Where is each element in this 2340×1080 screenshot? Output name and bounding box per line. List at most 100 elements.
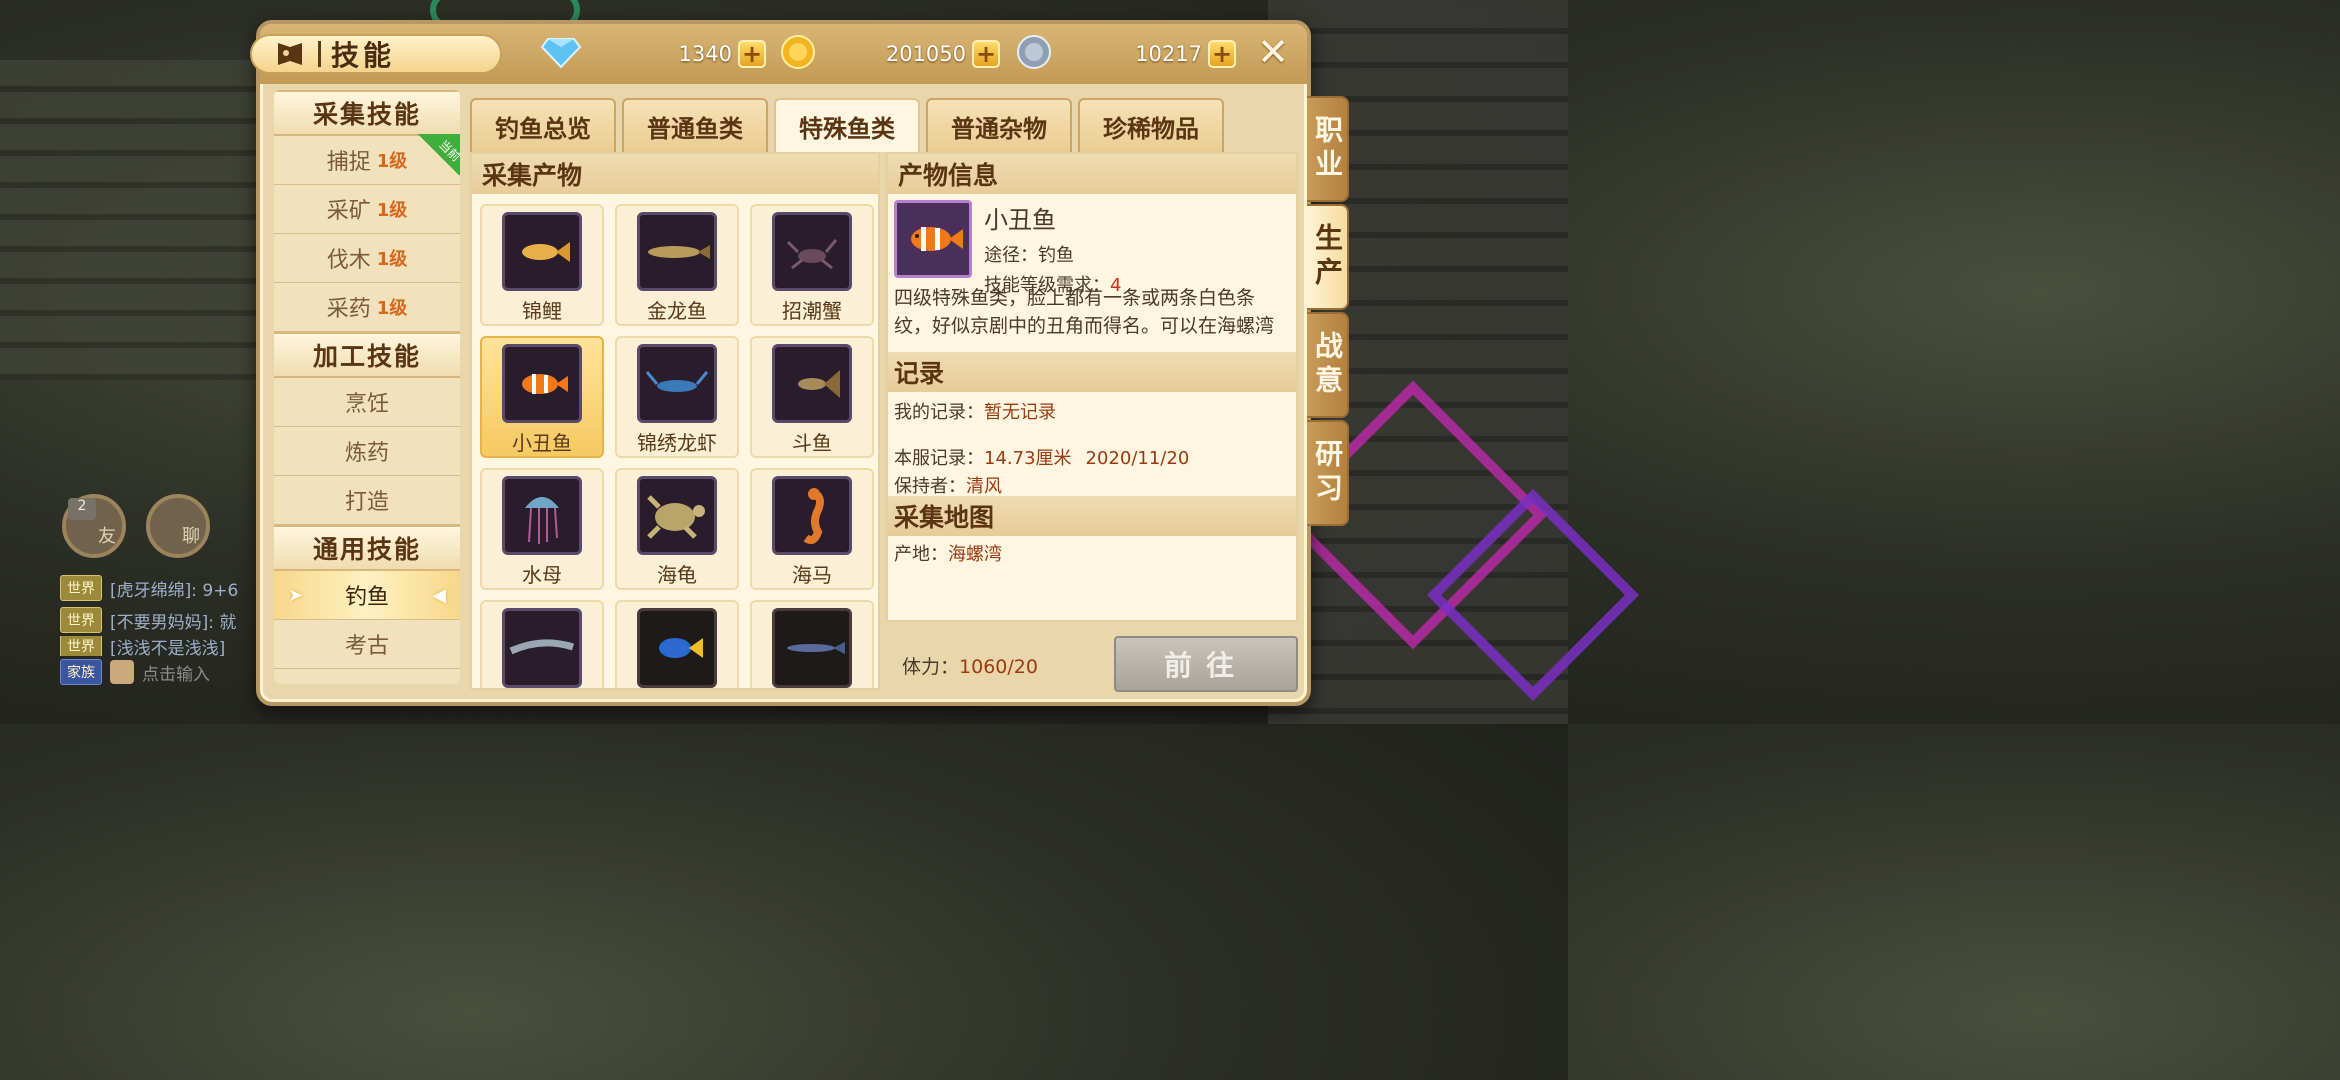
product-item[interactable]: 小丑鱼: [480, 336, 604, 458]
product-item[interactable]: 海马: [750, 468, 874, 590]
server-record-date: 2020/11/20: [1085, 448, 1190, 469]
product-name: 小丑鱼: [512, 431, 572, 455]
product-item[interactable]: 水母: [480, 468, 604, 590]
product-name: 海龟: [657, 563, 697, 587]
products-panel: 采集产物 锦鲤 金龙鱼 招潮蟹 小丑鱼 锦绣龙虾 斗鱼 水母 海龟 海马: [470, 152, 880, 690]
product-name: 金龙鱼: [647, 299, 707, 323]
gold-amount: 201050: [885, 42, 966, 66]
skill-name: 采矿: [326, 199, 371, 224]
side-tab-profession[interactable]: 职业: [1307, 96, 1349, 202]
friends-count-badge: 2: [68, 498, 96, 520]
origin-row: 产地：海螺湾: [894, 540, 1002, 566]
gold-coin-icon: [780, 34, 816, 74]
chat-channel-tag: 世界: [60, 636, 102, 656]
skill-book-icon: [274, 39, 308, 69]
close-button[interactable]: ✕: [1253, 30, 1293, 74]
title-separator: [318, 41, 321, 67]
background-stairs-left: [0, 60, 260, 380]
family-channel-tag[interactable]: 家族: [60, 659, 102, 685]
product-name: 海马: [792, 563, 832, 587]
record-heading: 记录: [888, 352, 1296, 392]
microphone-icon[interactable]: [110, 660, 134, 684]
chat-panel: 世界 [虎牙绵绵]: 9+6 世界 [不要男妈妈]: 就 世界 [浅浅不是浅浅] 家族…: [60, 572, 260, 688]
seahorse-icon: [772, 476, 852, 555]
product-name: 斗鱼: [792, 431, 832, 455]
chat-message: [不要男妈妈]: 就: [110, 612, 237, 633]
product-item[interactable]: [615, 600, 739, 688]
crab-icon: [772, 212, 852, 291]
chat-label: 聊: [182, 526, 200, 547]
needlefish-icon: [772, 608, 852, 688]
side-tab-battle-spirit[interactable]: 战意: [1307, 312, 1349, 418]
product-title: 小丑鱼: [984, 206, 1056, 234]
page-title: 技能: [331, 39, 396, 72]
go-button[interactable]: 前往: [1114, 636, 1298, 692]
holder-row: 保持者：清风: [894, 472, 1002, 498]
side-tab-study[interactable]: 研习: [1307, 420, 1349, 526]
diamond-amount: 1340: [678, 42, 732, 66]
skill-level: 1级: [376, 200, 408, 221]
skill-item-forging[interactable]: 打造: [274, 476, 460, 525]
add-gold-button[interactable]: +: [972, 40, 1000, 68]
gather-skills-heading: 采集技能: [274, 90, 460, 136]
product-grid: 锦鲤 金龙鱼 招潮蟹 小丑鱼 锦绣龙虾 斗鱼 水母 海龟 海马: [480, 204, 874, 688]
clownfish-icon: [894, 200, 972, 278]
stamina-value: 1060/20: [959, 656, 1038, 678]
skill-name: 采药: [326, 297, 371, 322]
add-silver-button[interactable]: +: [1208, 40, 1236, 68]
jellyfish-icon: [502, 476, 582, 555]
skill-name: 捕捉: [326, 150, 371, 175]
clownfish-icon: [502, 344, 582, 423]
tab-special-fish[interactable]: 特殊鱼类: [774, 98, 920, 152]
skill-item-cooking[interactable]: 烹饪: [274, 378, 460, 427]
arrow-right-icon: ➤: [288, 585, 304, 606]
skill-item-archaeology[interactable]: 考古: [274, 620, 460, 669]
category-tabs: 钓鱼总览 普通鱼类 特殊鱼类 普通杂物 珍稀物品: [470, 98, 1224, 152]
product-item[interactable]: 招潮蟹: [750, 204, 874, 326]
product-description: 四级特殊鱼类，脸上都有一条或两条白色条纹，好似京剧中的丑角而得名。可以在海螺湾: [894, 287, 1275, 337]
server-record-label: 本服记录：: [894, 448, 984, 469]
skill-name: 钓鱼: [344, 585, 389, 610]
side-tab-production[interactable]: 生产: [1307, 204, 1349, 310]
side-tabs: 职业 生产 战意 研习: [1307, 96, 1369, 528]
product-item[interactable]: 海龟: [615, 468, 739, 590]
product-item[interactable]: [750, 600, 874, 688]
tab-common-misc[interactable]: 普通杂物: [926, 98, 1072, 152]
lobster-icon: [637, 344, 717, 423]
server-record-value: 14.73厘米: [984, 448, 1072, 469]
tab-fishing-overview[interactable]: 钓鱼总览: [470, 98, 616, 152]
gold-currency: 201050 +: [780, 34, 1000, 74]
product-item[interactable]: 锦绣龙虾: [615, 336, 739, 458]
process-skills-heading: 加工技能: [274, 332, 460, 378]
chat-message: [浅浅不是浅浅]: [110, 638, 226, 657]
koi-icon: [502, 212, 582, 291]
product-item[interactable]: 锦鲤: [480, 204, 604, 326]
route-row: 途径：钓鱼: [984, 241, 1121, 267]
arowana-icon: [637, 212, 717, 291]
silver-amount: 10217: [1135, 42, 1202, 66]
product-name: 招潮蟹: [782, 299, 842, 323]
product-item[interactable]: 金龙鱼: [615, 204, 739, 326]
skill-item-herbalism[interactable]: 采药 1级: [274, 283, 460, 332]
skill-item-mining[interactable]: 采矿 1级: [274, 185, 460, 234]
skill-item-capture[interactable]: 捕捉 1级 当前: [274, 134, 460, 185]
chat-button[interactable]: 聊: [146, 494, 210, 558]
current-badge: 当前: [418, 134, 460, 180]
add-diamond-button[interactable]: +: [738, 40, 766, 68]
my-record-label: 我的记录：: [894, 402, 984, 423]
origin-value[interactable]: 海螺湾: [948, 544, 1002, 565]
friends-button[interactable]: 2 友: [62, 494, 126, 558]
skill-level: 1级: [376, 151, 408, 172]
tab-rare-items[interactable]: 珍稀物品: [1078, 98, 1224, 152]
chat-input[interactable]: 点击输入: [142, 660, 210, 685]
tab-common-fish[interactable]: 普通鱼类: [622, 98, 768, 152]
skill-level: 1级: [376, 298, 408, 319]
tang-fish-icon: [637, 608, 717, 688]
skill-item-alchemy[interactable]: 炼药: [274, 427, 460, 476]
skill-item-logging[interactable]: 伐木 1级: [274, 234, 460, 283]
product-item[interactable]: [480, 600, 604, 688]
skill-item-fishing[interactable]: ➤ 钓鱼 ◀: [274, 571, 460, 620]
product-name: 水母: [522, 563, 562, 587]
product-item[interactable]: 斗鱼: [750, 336, 874, 458]
holder-label: 保持者：: [894, 476, 966, 497]
